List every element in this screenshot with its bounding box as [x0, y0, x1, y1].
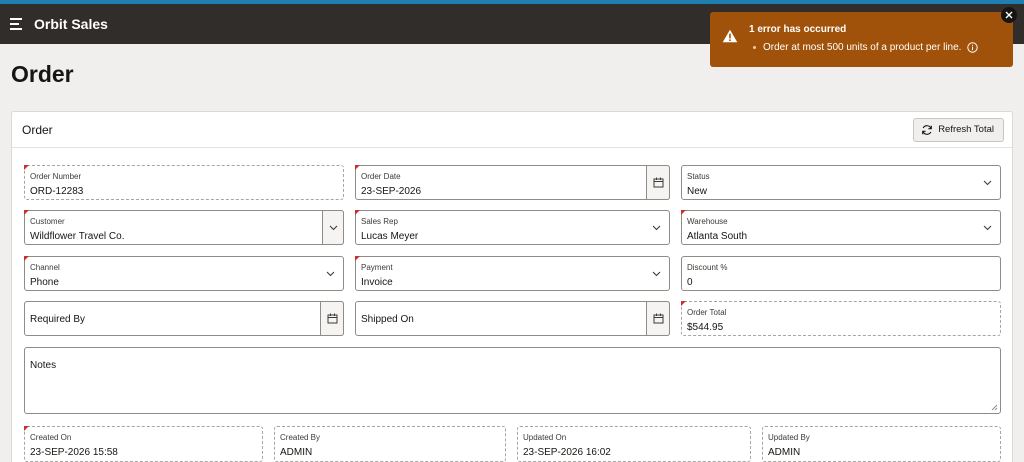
- chevron-down-icon: [652, 225, 661, 231]
- channel-select[interactable]: Channel Phone: [24, 256, 344, 291]
- region-header: Order Refresh Total: [12, 112, 1012, 148]
- chevron-down-icon: [652, 271, 661, 277]
- shipped-on-label: Shipped On: [361, 314, 414, 325]
- created-on-value: 23-SEP-2026 15:58: [30, 447, 118, 458]
- order-total-field: Order Total $544.95: [681, 301, 1001, 336]
- required-marker: [24, 165, 29, 170]
- resize-grip-icon[interactable]: [991, 404, 998, 411]
- payment-label: Payment: [361, 263, 393, 272]
- customer-lov-button[interactable]: [322, 210, 344, 245]
- updated-on-value: 23-SEP-2026 16:02: [523, 447, 611, 458]
- order-date-calendar-button[interactable]: [646, 165, 670, 200]
- warning-icon: [722, 29, 738, 43]
- required-by-calendar-button[interactable]: [320, 301, 344, 336]
- close-error-button[interactable]: [1001, 7, 1017, 23]
- calendar-icon: [653, 313, 663, 324]
- status-value[interactable]: New: [687, 186, 707, 197]
- required-marker: [355, 256, 360, 261]
- notes-label: Notes: [30, 360, 57, 371]
- required-marker: [24, 426, 29, 431]
- customer-field[interactable]: Customer Wildflower Travel Co.: [24, 210, 344, 245]
- calendar-icon: [327, 313, 337, 324]
- required-marker: [355, 165, 360, 170]
- error-message: Order at most 500 units of a product per…: [763, 42, 962, 53]
- menu-icon[interactable]: [10, 18, 24, 30]
- channel-value[interactable]: Phone: [30, 277, 59, 288]
- sales-rep-value[interactable]: Lucas Meyer: [361, 231, 418, 242]
- order-date-value[interactable]: 23-SEP-2026: [361, 186, 421, 197]
- payment-value[interactable]: Invoice: [361, 277, 393, 288]
- error-message-item: Order at most 500 units of a product per…: [753, 42, 979, 53]
- error-title: 1 error has occurred: [749, 24, 847, 35]
- page-title: Order: [11, 61, 74, 87]
- required-marker: [24, 256, 29, 261]
- warehouse-label: Warehouse: [687, 217, 728, 226]
- chevron-down-icon: [326, 271, 335, 277]
- bullet-icon: [753, 46, 756, 49]
- discount-field[interactable]: Discount % 0: [681, 256, 1001, 291]
- order-total-value: $544.95: [687, 322, 724, 333]
- chevron-down-icon: [329, 225, 337, 230]
- refresh-icon: [922, 124, 933, 135]
- refresh-total-button[interactable]: Refresh Total: [913, 117, 1004, 142]
- order-number-label: Order Number: [30, 172, 82, 181]
- warehouse-value[interactable]: Atlanta South: [687, 231, 747, 242]
- required-marker: [681, 210, 686, 215]
- warehouse-select[interactable]: Warehouse Atlanta South: [681, 210, 1001, 245]
- customer-value[interactable]: Wildflower Travel Co.: [30, 231, 124, 242]
- region-title: Order: [22, 122, 53, 137]
- sales-rep-label: Sales Rep: [361, 217, 398, 226]
- created-on-field: Created On 23-SEP-2026 15:58: [24, 426, 263, 462]
- required-by-label: Required By: [30, 314, 86, 325]
- error-notification: 1 error has occurred Order at most 500 u…: [710, 12, 1013, 67]
- required-by-field[interactable]: Required By: [24, 301, 344, 336]
- payment-select[interactable]: Payment Invoice: [355, 256, 670, 291]
- order-date-field[interactable]: Order Date 23-SEP-2026: [355, 165, 670, 200]
- required-marker: [681, 301, 686, 306]
- status-select[interactable]: Status New: [681, 165, 1001, 200]
- notes-textarea[interactable]: Notes: [24, 347, 1001, 414]
- updated-by-field: Updated By ADMIN: [762, 426, 1001, 462]
- created-by-field: Created By ADMIN: [274, 426, 506, 462]
- order-number-value: ORD-12283: [30, 186, 84, 197]
- channel-label: Channel: [30, 263, 60, 272]
- updated-on-field: Updated On 23-SEP-2026 16:02: [517, 426, 751, 462]
- created-by-label: Created By: [280, 433, 321, 442]
- discount-label: Discount %: [687, 263, 728, 272]
- updated-by-label: Updated By: [768, 433, 810, 442]
- close-icon: [1005, 11, 1013, 19]
- customer-label: Customer: [30, 217, 65, 226]
- updated-by-value: ADMIN: [768, 447, 801, 458]
- created-on-label: Created On: [30, 433, 72, 442]
- required-marker: [24, 210, 29, 215]
- shipped-on-field[interactable]: Shipped On: [355, 301, 670, 336]
- required-marker: [355, 210, 360, 215]
- chevron-down-icon: [983, 225, 992, 231]
- order-date-label: Order Date: [361, 172, 401, 181]
- app-title[interactable]: Orbit Sales: [34, 16, 108, 32]
- calendar-icon: [653, 177, 663, 188]
- chevron-down-icon: [983, 180, 992, 186]
- created-by-value: ADMIN: [280, 447, 313, 458]
- discount-value[interactable]: 0: [687, 277, 693, 288]
- order-total-label: Order Total: [687, 308, 727, 317]
- updated-on-label: Updated On: [523, 433, 567, 442]
- info-icon[interactable]: [967, 42, 979, 53]
- status-label: Status: [687, 172, 710, 181]
- shipped-on-calendar-button[interactable]: [646, 301, 670, 336]
- sales-rep-select[interactable]: Sales Rep Lucas Meyer: [355, 210, 670, 245]
- order-number-field: Order Number ORD-12283: [24, 165, 344, 200]
- refresh-total-label: Refresh Total: [938, 124, 994, 135]
